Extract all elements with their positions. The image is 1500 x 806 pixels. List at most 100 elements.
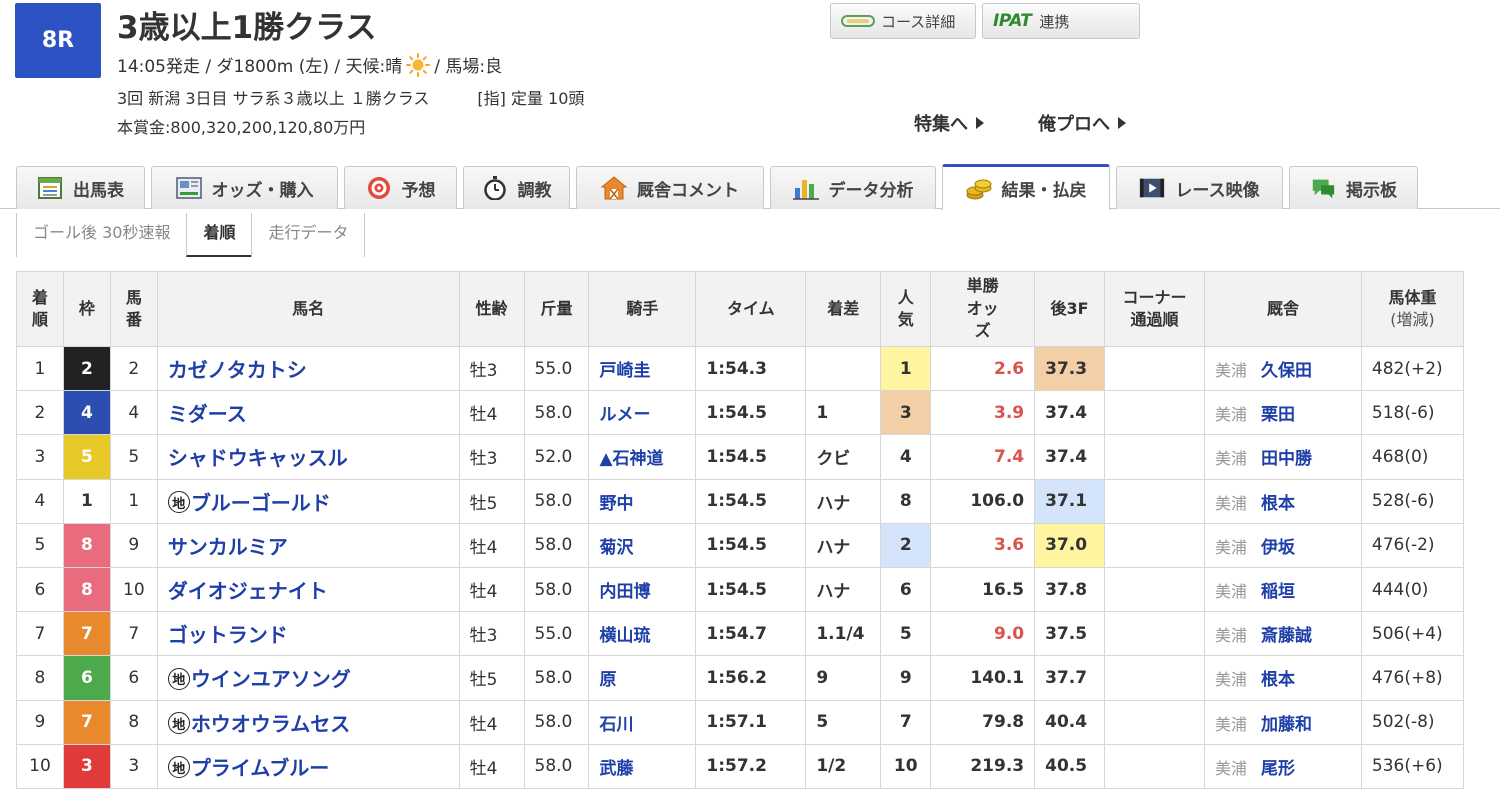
jockey-link[interactable]: 石川: [588, 699, 697, 745]
trainer-cell[interactable]: 美浦 久保田: [1204, 345, 1362, 392]
trainer-cell[interactable]: 美浦 加藤和: [1204, 699, 1362, 745]
col-last3f[interactable]: 後3F: [1034, 271, 1106, 347]
tab-prediction[interactable]: 予想: [344, 166, 457, 209]
horse-name-cell[interactable]: 地ウインユアソング: [156, 655, 460, 701]
ipat-link-button[interactable]: IPAT 連携: [982, 3, 1140, 39]
horse-name-cell[interactable]: カゼノタカトシ: [156, 345, 460, 392]
horse-name-cell[interactable]: 地ブルーゴールド: [156, 478, 460, 524]
trainer-link[interactable]: 加藤和: [1261, 715, 1312, 735]
stopwatch-icon: [482, 176, 508, 200]
trainer-link[interactable]: 根本: [1261, 670, 1295, 690]
odds-cell: 7.4: [930, 434, 1036, 480]
jockey-link[interactable]: ルメー: [588, 390, 697, 436]
horse-name-cell[interactable]: シャドウキャッスル: [156, 434, 460, 480]
sexage-cell: 牡3: [458, 345, 525, 392]
course-map-icon: [841, 14, 875, 28]
horse-name-cell[interactable]: ゴットランド: [156, 611, 460, 657]
jockey-link[interactable]: 戸崎圭: [588, 345, 697, 392]
stable-region: 美浦: [1215, 582, 1248, 602]
time-cell: 1:57.2: [695, 743, 807, 789]
trainer-cell[interactable]: 美浦 斎藤誠: [1204, 611, 1362, 657]
tab-odds-purchase[interactable]: オッズ・購入: [151, 166, 338, 209]
tab-result-payout[interactable]: 結果・払戻: [942, 164, 1110, 210]
trainer-cell[interactable]: 美浦 伊坂: [1204, 522, 1362, 568]
tab-label: 予想: [401, 180, 436, 201]
trainer-cell[interactable]: 美浦 根本: [1204, 655, 1362, 701]
feature-link[interactable]: 特集へ: [914, 110, 984, 136]
margin-cell: [805, 345, 882, 392]
tab-data-analysis[interactable]: データ分析: [770, 166, 936, 209]
trainer-link[interactable]: 久保田: [1261, 361, 1312, 381]
col-jockey: 騎手: [588, 271, 697, 347]
trainer-link[interactable]: 根本: [1261, 494, 1295, 514]
jockey-link[interactable]: 武藤: [588, 743, 697, 789]
rank-cell: 3: [16, 434, 64, 480]
jockey-link[interactable]: 菊沢: [588, 522, 697, 568]
trainer-cell[interactable]: 美浦 栗田: [1204, 390, 1362, 436]
popularity-cell: 2: [880, 522, 932, 568]
horse-name-cell[interactable]: 地ホウオウラムセス: [156, 699, 460, 745]
tab-bulletin-board[interactable]: 掲示板: [1289, 166, 1418, 209]
trainer-link[interactable]: 田中勝: [1261, 449, 1312, 469]
trainer-link[interactable]: 栗田: [1261, 405, 1295, 425]
trainer-link[interactable]: 斎藤誠: [1261, 626, 1312, 646]
jockey-link[interactable]: 内田博: [588, 566, 697, 613]
trainer-cell[interactable]: 美浦 稲垣: [1204, 566, 1362, 613]
kinryo-cell: 58.0: [523, 390, 590, 436]
horse-name-link[interactable]: ゴットランド: [168, 623, 288, 647]
jockey-link[interactable]: ▲石神道: [588, 434, 697, 480]
stable-region: 美浦: [1215, 758, 1248, 778]
waku-cell: 1: [62, 478, 111, 524]
tab-race-video[interactable]: レース映像: [1116, 166, 1283, 209]
subtab-finish-order[interactable]: 着順: [186, 213, 252, 257]
col-odds[interactable]: 単勝オッズ: [930, 271, 1036, 347]
horse-name-cell[interactable]: ミダース: [156, 390, 460, 436]
trainer-cell[interactable]: 美浦 田中勝: [1204, 434, 1362, 480]
jockey-link[interactable]: 横山琉: [588, 611, 697, 657]
horse-name-cell[interactable]: 地プライムブルー: [156, 743, 460, 789]
col-rank-label: 着順: [31, 287, 48, 329]
horse-name-link[interactable]: プライムブルー: [191, 756, 329, 780]
tab-entry-table[interactable]: 出馬表: [16, 166, 145, 209]
subtab-running-data[interactable]: 走行データ: [251, 213, 366, 257]
col-odds-label: 単勝オッズ: [966, 276, 999, 341]
local-horse-mark: 地: [167, 667, 190, 690]
subtab-goal-flash[interactable]: ゴール後 30秒速報: [16, 213, 186, 257]
horse-name-link[interactable]: ダイオジェナイト: [168, 579, 328, 603]
tab-stable-comment[interactable]: 厩舎コメント: [576, 166, 764, 209]
corner-cell: [1104, 566, 1205, 613]
col-popularity[interactable]: 人気: [880, 271, 932, 347]
orepro-link[interactable]: 俺プロへ: [1038, 110, 1126, 136]
horse-name-link[interactable]: サンカルミア: [168, 535, 288, 559]
jockey-link[interactable]: 原: [588, 655, 697, 701]
horse-name-link[interactable]: シャドウキャッスル: [168, 446, 348, 470]
tab-training[interactable]: 調教: [463, 166, 570, 209]
sexage-cell: 牡5: [458, 478, 525, 524]
weight-cell: 506(+4): [1360, 611, 1465, 657]
ipat-link-label: 連携: [1039, 12, 1070, 31]
trainer-link[interactable]: 尾形: [1261, 759, 1295, 779]
trainer-cell[interactable]: 美浦 根本: [1204, 478, 1362, 524]
col-rank[interactable]: 着順: [16, 271, 64, 347]
kinryo-cell: 58.0: [523, 478, 590, 524]
col-umaban[interactable]: 馬番: [109, 271, 158, 347]
trainer-link[interactable]: 伊坂: [1261, 538, 1295, 558]
horse-name-cell[interactable]: ダイオジェナイト: [156, 566, 460, 613]
course-detail-button[interactable]: コース詳細: [830, 3, 976, 39]
waku-cell: 2: [62, 345, 111, 392]
horse-name-link[interactable]: カゼノタカトシ: [168, 358, 307, 382]
trainer-cell[interactable]: 美浦 尾形: [1204, 743, 1362, 789]
last3f-cell: 37.3: [1034, 345, 1106, 392]
kinryo-cell: 58.0: [523, 566, 590, 613]
horse-name-link[interactable]: ブルーゴールド: [191, 491, 331, 515]
horse-name-link[interactable]: ホウオウラムセス: [191, 712, 350, 736]
col-waku: 枠: [62, 271, 111, 347]
horse-name-link[interactable]: ウインユアソング: [191, 667, 351, 691]
col-popularity-label: 人気: [897, 287, 914, 329]
horse-name-link[interactable]: ミダース: [168, 402, 247, 426]
stable-region: 美浦: [1215, 714, 1248, 734]
jockey-link[interactable]: 野中: [588, 478, 697, 524]
weight-cell: 476(+8): [1360, 655, 1465, 701]
horse-name-cell[interactable]: サンカルミア: [156, 522, 460, 568]
trainer-link[interactable]: 稲垣: [1261, 582, 1295, 602]
